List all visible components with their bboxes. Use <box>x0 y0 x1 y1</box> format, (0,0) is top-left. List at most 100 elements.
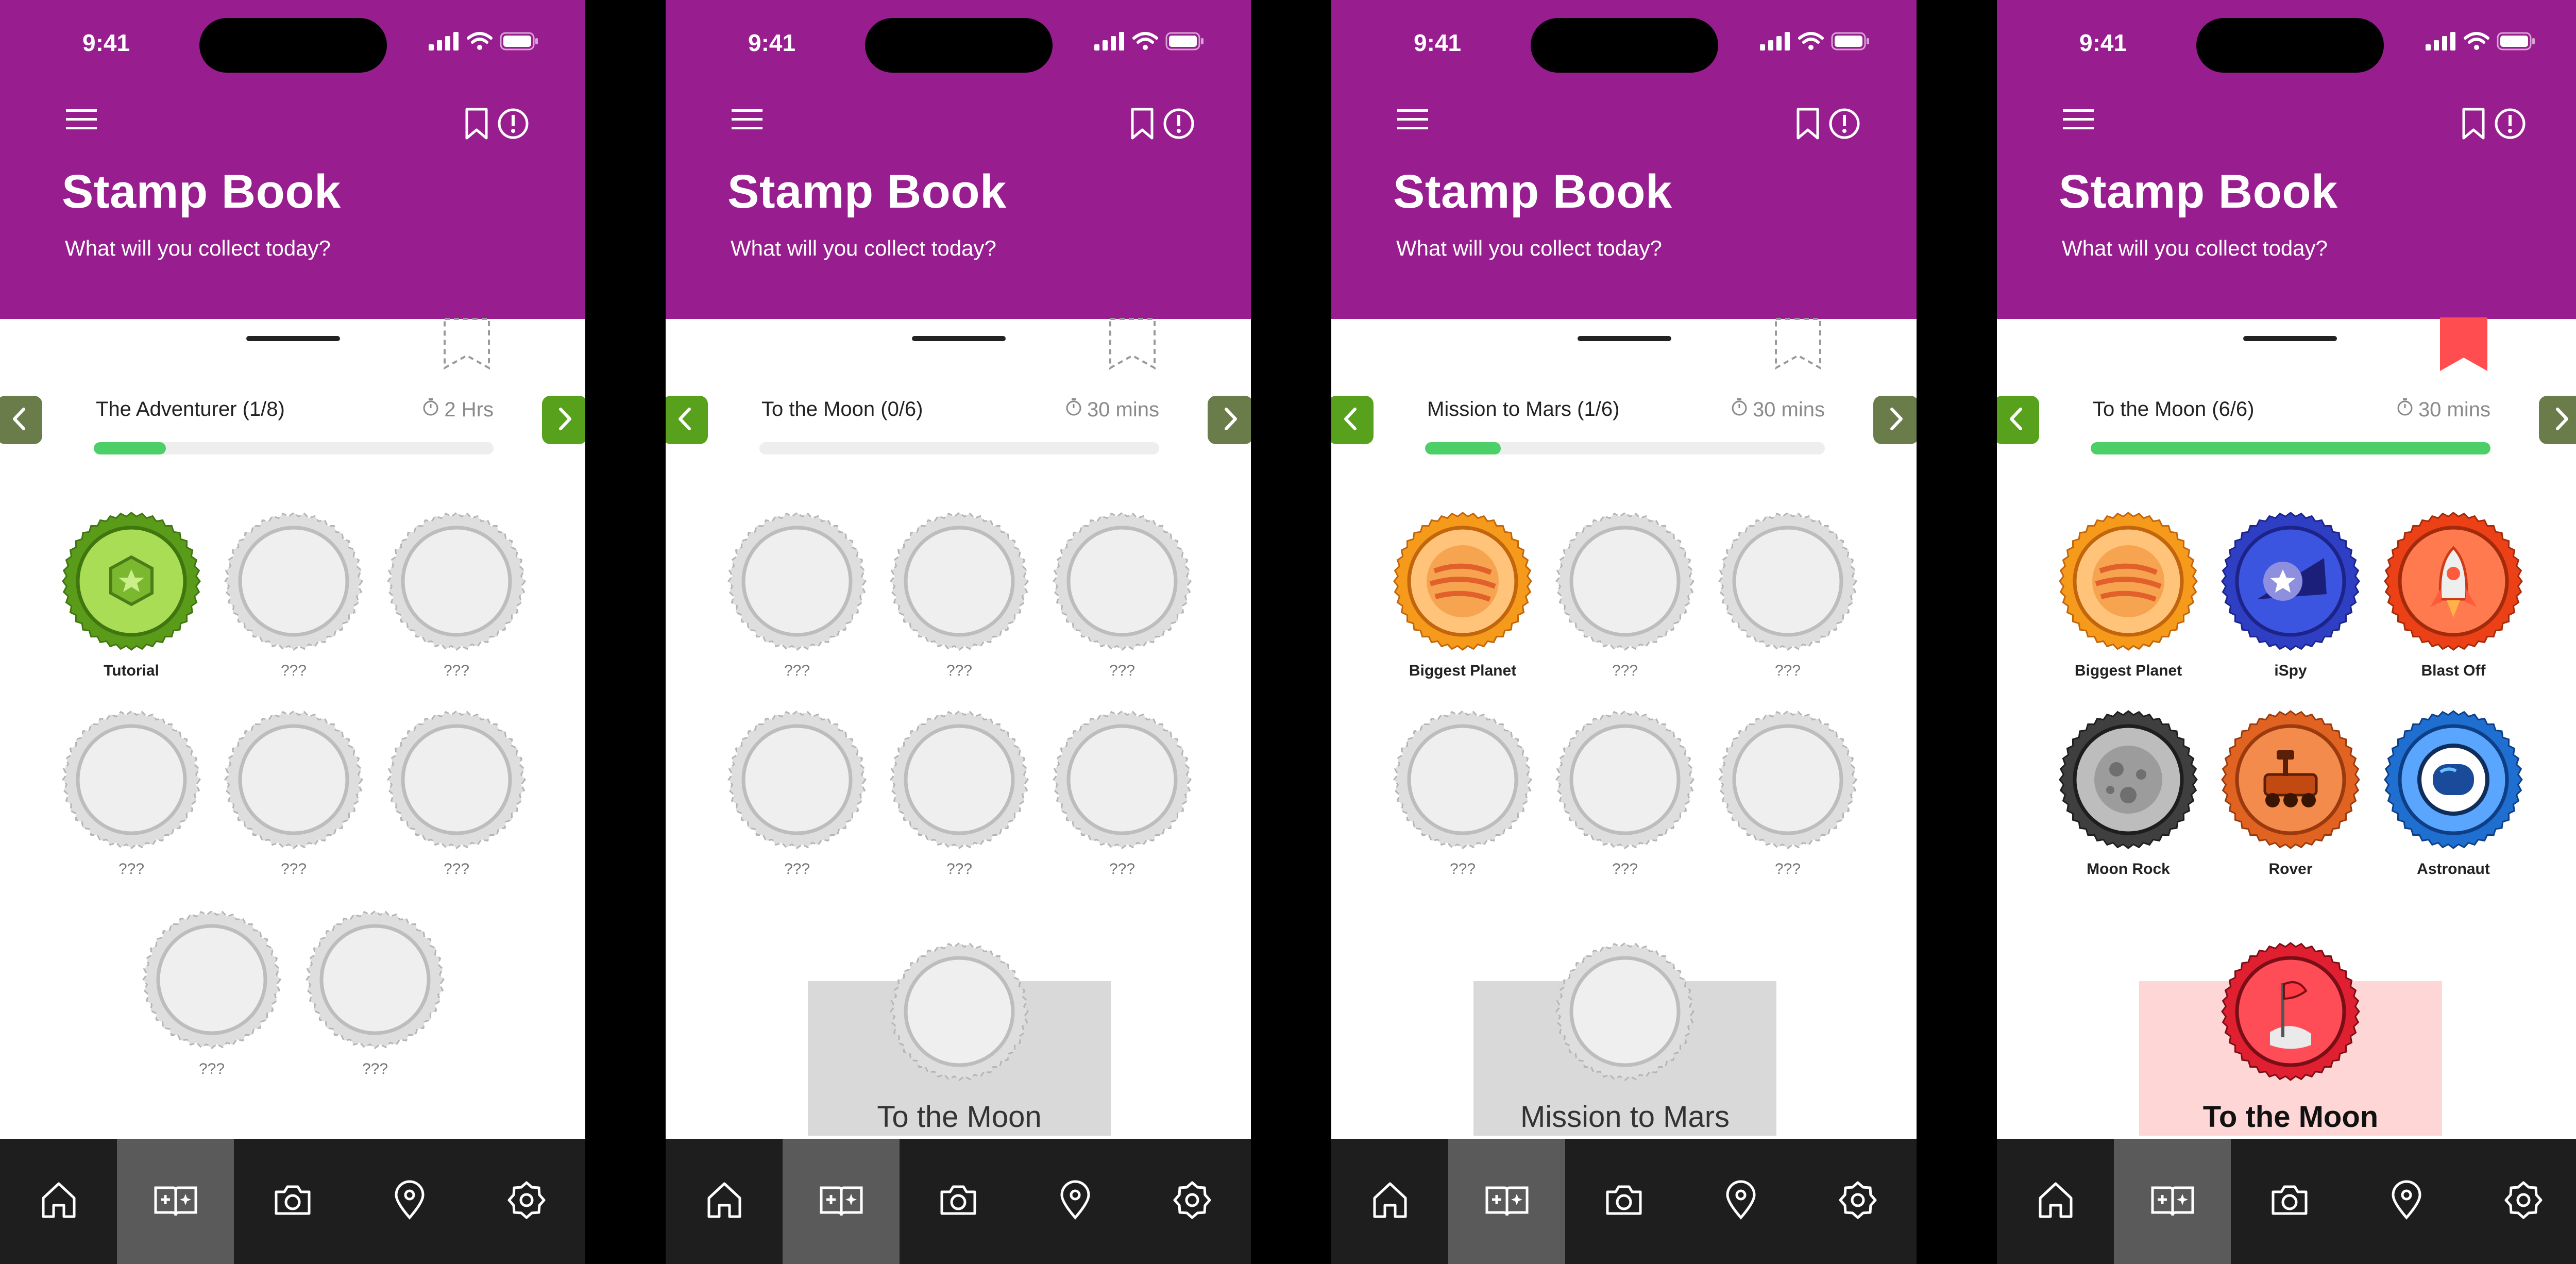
next-quest-button[interactable] <box>1208 396 1251 444</box>
stamp-badge[interactable] <box>1718 512 1857 651</box>
quest-progress-fill <box>2091 442 2490 454</box>
quest-duration-label: 30 mins <box>1752 398 1825 421</box>
stamp-badge[interactable] <box>2384 512 2523 651</box>
reward-stamp-badge[interactable] <box>2221 942 2360 1081</box>
stamp-badge[interactable] <box>1718 710 1857 849</box>
sheet-grabber[interactable] <box>912 336 1006 341</box>
next-quest-button[interactable] <box>542 396 585 444</box>
stamp-badge[interactable] <box>1053 710 1192 849</box>
tab-home[interactable] <box>1997 1139 2114 1264</box>
tab-camera[interactable] <box>900 1139 1016 1264</box>
page-subtitle: What will you collect today? <box>65 236 331 260</box>
reward-stamp-badge[interactable] <box>890 942 1029 1081</box>
stamp-label: Moon Rock <box>2087 861 2170 878</box>
tab-settings[interactable] <box>468 1139 585 1264</box>
tab-stamp-book[interactable] <box>783 1139 900 1264</box>
battery-icon <box>1165 32 1205 53</box>
home-icon <box>1369 1179 1411 1223</box>
bottom-tab-bar <box>1331 1139 1917 1264</box>
info-icon[interactable] <box>1828 107 1861 143</box>
tab-camera[interactable] <box>1565 1139 1682 1264</box>
next-quest-button[interactable] <box>1873 396 1917 444</box>
stamp-badge[interactable] <box>2059 710 2198 849</box>
quest-bookmark-icon[interactable] <box>1109 317 1156 371</box>
settings-icon <box>1837 1179 1878 1223</box>
sheet-grabber[interactable] <box>1578 336 1671 341</box>
info-icon[interactable] <box>497 107 530 143</box>
stamp-badge[interactable] <box>224 710 363 849</box>
bookmark-icon[interactable] <box>2461 107 2486 143</box>
quest-bookmark-icon[interactable] <box>443 317 490 371</box>
stamp-badge[interactable] <box>2059 512 2198 651</box>
tab-home[interactable] <box>0 1139 117 1264</box>
stamp-badge[interactable] <box>1555 710 1694 849</box>
next-quest-button[interactable] <box>2539 396 2576 444</box>
stamp-badge[interactable] <box>1053 512 1192 651</box>
stamp-badge[interactable] <box>727 710 867 849</box>
dynamic-island <box>1531 18 1718 73</box>
tab-stamp-book[interactable] <box>117 1139 234 1264</box>
stamp-badge[interactable] <box>2221 710 2360 849</box>
stamp-label: Astronaut <box>2417 861 2490 878</box>
stamp-badge[interactable] <box>62 512 201 651</box>
status-icons <box>2426 31 2536 53</box>
chevron-left-icon <box>675 406 696 434</box>
tab-stamp-book[interactable] <box>1448 1139 1565 1264</box>
prev-quest-button[interactable] <box>0 396 42 444</box>
tab-map-pin[interactable] <box>1016 1139 1133 1264</box>
reward-stamp-badge[interactable] <box>1555 942 1694 1081</box>
tab-camera[interactable] <box>234 1139 351 1264</box>
tab-settings[interactable] <box>1133 1139 1250 1264</box>
bookmark-icon[interactable] <box>1129 107 1155 143</box>
info-icon[interactable] <box>2494 107 2527 143</box>
camera-icon <box>272 1179 313 1223</box>
prev-quest-button[interactable] <box>666 396 708 444</box>
stamp-badge[interactable] <box>1393 512 1532 651</box>
stamp-badge[interactable] <box>62 710 201 849</box>
hamburger-menu-icon[interactable] <box>66 108 97 131</box>
quest-bookmark-icon[interactable] <box>2440 317 2487 371</box>
stamp-label: ??? <box>443 662 470 679</box>
info-icon[interactable] <box>1162 107 1195 143</box>
tab-map-pin[interactable] <box>351 1139 468 1264</box>
battery-icon <box>1831 32 1870 53</box>
prev-quest-button[interactable] <box>1331 396 1374 444</box>
tab-settings[interactable] <box>2465 1139 2576 1264</box>
tab-settings[interactable] <box>1799 1139 1916 1264</box>
stamp-badge[interactable] <box>2221 512 2360 651</box>
stamp-badge[interactable] <box>2384 710 2523 849</box>
tab-stamp-book[interactable] <box>2114 1139 2231 1264</box>
header-actions <box>2461 108 2527 141</box>
dynamic-island <box>2196 18 2384 73</box>
tab-camera[interactable] <box>2231 1139 2348 1264</box>
prev-quest-button[interactable] <box>1997 396 2039 444</box>
hamburger-menu-icon[interactable] <box>2063 108 2094 131</box>
stamp-badge[interactable] <box>890 710 1029 849</box>
tab-home[interactable] <box>1331 1139 1448 1264</box>
bookmark-icon[interactable] <box>1795 107 1821 143</box>
stamp-badge[interactable] <box>727 512 867 651</box>
stamp-badge[interactable] <box>142 910 281 1049</box>
stamp-badge[interactable] <box>306 910 445 1049</box>
tab-home[interactable] <box>666 1139 783 1264</box>
hamburger-menu-icon[interactable] <box>1397 108 1428 131</box>
bookmark-icon[interactable] <box>464 107 489 143</box>
sheet-grabber[interactable] <box>2243 336 2337 341</box>
reward-title: To the Moon <box>2202 1100 2379 1134</box>
stamp-label: ??? <box>784 861 810 878</box>
quest-bookmark-icon[interactable] <box>1774 317 1822 371</box>
quest-duration-label: 30 mins <box>2418 398 2490 421</box>
settings-icon <box>2503 1179 2544 1223</box>
stamp-badge[interactable] <box>890 512 1029 651</box>
stamp-badge[interactable] <box>224 512 363 651</box>
tab-map-pin[interactable] <box>1682 1139 1799 1264</box>
stamp-badge[interactable] <box>1393 710 1532 849</box>
stamp-label: Tutorial <box>104 662 159 679</box>
stamp-badge[interactable] <box>1555 512 1694 651</box>
hamburger-menu-icon[interactable] <box>732 108 762 131</box>
stamp-badge[interactable] <box>387 710 526 849</box>
sheet-grabber[interactable] <box>246 336 340 341</box>
camera-icon <box>1603 1179 1645 1223</box>
tab-map-pin[interactable] <box>2348 1139 2465 1264</box>
stamp-badge[interactable] <box>387 512 526 651</box>
